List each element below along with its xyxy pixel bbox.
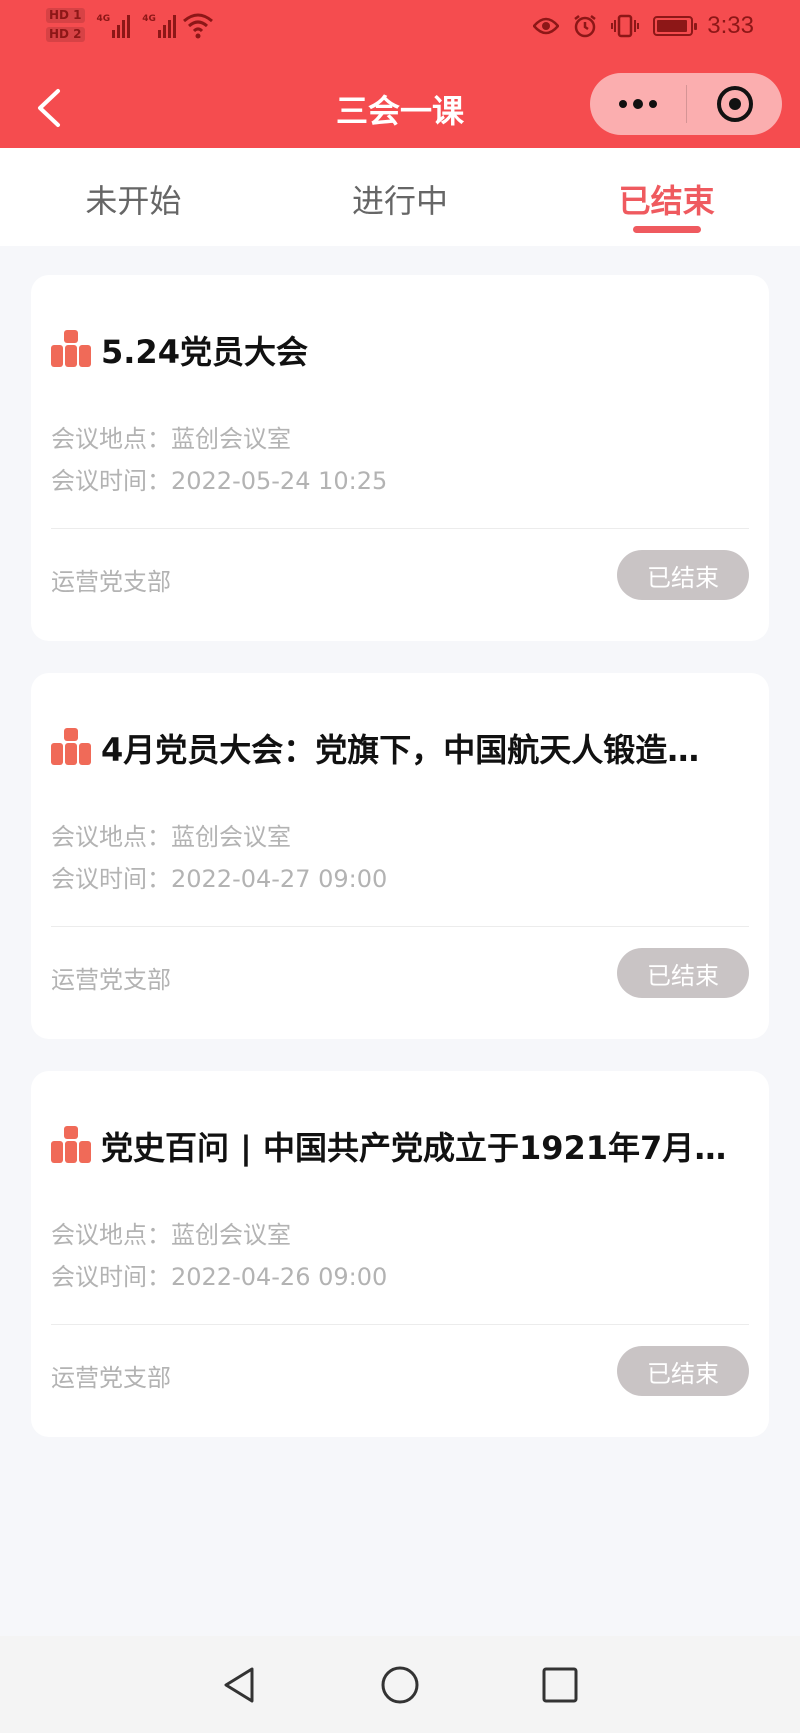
tab-not-started[interactable]: 未开始 <box>0 148 267 246</box>
net1-label: 4G <box>96 14 111 24</box>
wifi-icon <box>182 13 213 39</box>
meeting-dept: 运营党支部 <box>51 568 171 596</box>
status-badge: 已结束 <box>617 1346 749 1396</box>
card-title-row: 党史百问 | 中国共产党成立于1921年7月2… <box>51 1123 741 1169</box>
meeting-title: 5.24党员大会 <box>101 333 308 371</box>
meeting-title: 党史百问 | 中国共产党成立于1921年7月2… <box>101 1129 741 1167</box>
hd2-badge: HD 2 <box>46 27 85 42</box>
hd-indicators: HD 1 HD 2 <box>46 8 85 42</box>
card-title-row: 5.24党员大会 <box>51 327 741 373</box>
page: HD 1 HD 2 4G 4G 3:33 三会一课 未开始 进行中 已结束 5.… <box>0 0 800 1733</box>
meeting-icon <box>51 728 91 768</box>
system-nav-bar <box>0 1636 800 1733</box>
meeting-title: 4月党员大会：党旗下，中国航天人锻造… <box>101 731 700 769</box>
target-icon[interactable] <box>687 86 782 122</box>
card-divider <box>51 926 749 927</box>
card-divider <box>51 528 749 529</box>
tab-in-progress[interactable]: 进行中 <box>267 148 534 246</box>
meeting-card[interactable]: 党史百问 | 中国共产党成立于1921年7月2… 会议地点：蓝创会议室 会议时间… <box>31 1071 769 1437</box>
alarm-icon <box>574 15 597 38</box>
card-divider <box>51 1324 749 1325</box>
card-title-row: 4月党员大会：党旗下，中国航天人锻造… <box>51 725 741 771</box>
signal-1-icon: 4G <box>97 8 131 38</box>
meeting-dept: 运营党支部 <box>51 1364 171 1392</box>
app-header: HD 1 HD 2 4G 4G 3:33 三会一课 <box>0 0 800 148</box>
more-dots-icon[interactable] <box>590 73 686 135</box>
meeting-dept: 运营党支部 <box>51 966 171 994</box>
status-bar: HD 1 HD 2 4G 4G 3:33 <box>0 0 800 56</box>
meeting-time: 会议时间：2022-05-24 10:25 <box>51 467 388 495</box>
status-right: 3:33 <box>533 12 754 40</box>
meeting-location: 会议地点：蓝创会议室 <box>51 425 291 453</box>
meeting-card[interactable]: 5.24党员大会 会议地点：蓝创会议室 会议时间：2022-05-24 10:2… <box>31 275 769 641</box>
meeting-list: 5.24党员大会 会议地点：蓝创会议室 会议时间：2022-05-24 10:2… <box>31 275 769 1469</box>
meeting-icon <box>51 330 91 370</box>
status-badge: 已结束 <box>617 948 749 998</box>
mini-program-capsule <box>590 73 782 135</box>
vibrate-icon <box>611 14 640 38</box>
meeting-icon <box>51 1126 91 1166</box>
tab-ended[interactable]: 已结束 <box>533 148 800 246</box>
hd1-badge: HD 1 <box>46 8 85 23</box>
status-time: 3:33 <box>707 12 754 39</box>
meeting-card[interactable]: 4月党员大会：党旗下，中国航天人锻造… 会议地点：蓝创会议室 会议时间：2022… <box>31 673 769 1039</box>
status-tabs: 未开始 进行中 已结束 <box>0 148 800 246</box>
status-badge: 已结束 <box>617 550 749 600</box>
meeting-time: 会议时间：2022-04-27 09:00 <box>51 865 388 893</box>
back-triangle-icon[interactable] <box>220 1665 260 1705</box>
recent-square-icon[interactable] <box>540 1665 580 1705</box>
meeting-location: 会议地点：蓝创会议室 <box>51 823 291 851</box>
battery-icon <box>653 16 698 36</box>
signal-2-icon: 4G <box>142 8 176 38</box>
status-left: HD 1 HD 2 4G 4G <box>46 8 214 42</box>
net2-label: 4G <box>142 14 156 24</box>
meeting-location: 会议地点：蓝创会议室 <box>51 1221 291 1249</box>
meeting-time: 会议时间：2022-04-26 09:00 <box>51 1263 388 1291</box>
eye-icon <box>533 17 560 35</box>
home-circle-icon[interactable] <box>380 1665 420 1705</box>
